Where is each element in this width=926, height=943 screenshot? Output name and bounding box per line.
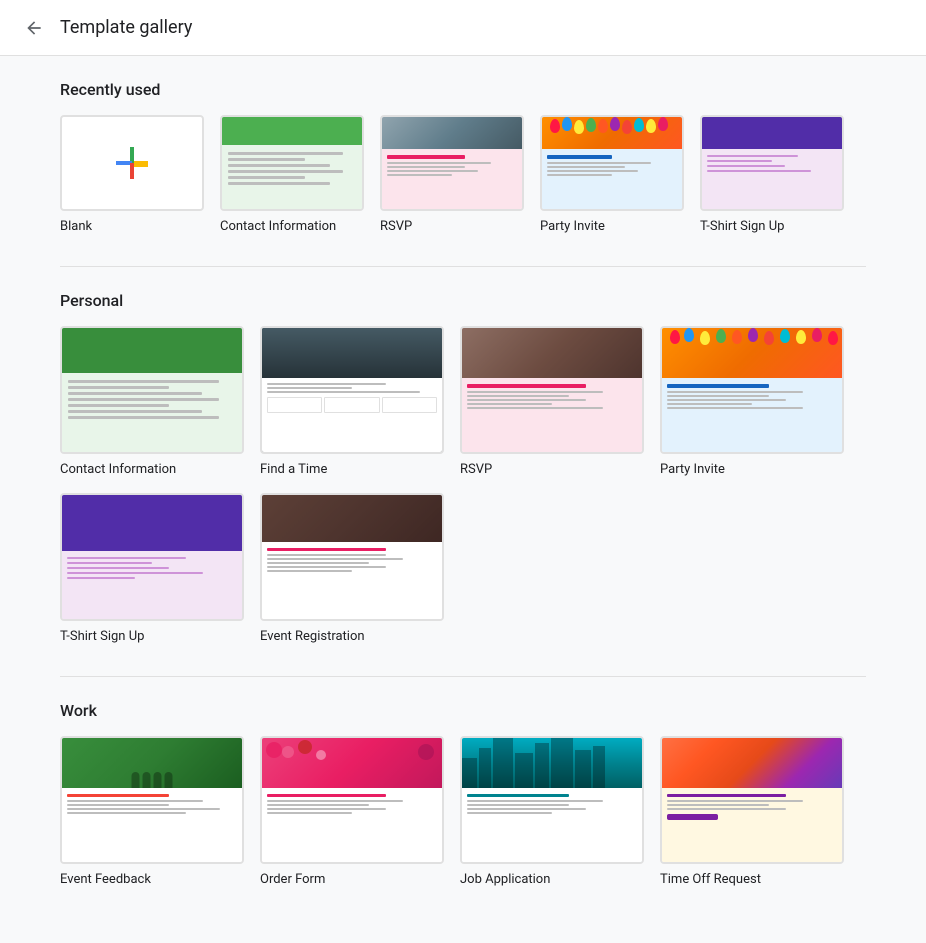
template-time-off-work[interactable]: Time Off Request [660,736,844,887]
work-section: Work [60,701,866,887]
template-contact-personal[interactable]: Contact Information [60,326,244,477]
template-label-rsvp-recent: RSVP [380,219,412,234]
personal-grid: Contact Information [60,326,866,644]
work-title: Work [60,701,866,720]
template-party-recent[interactable]: Party Invite [540,115,684,234]
template-label-party-recent: Party Invite [540,219,605,234]
template-label-party-personal: Party Invite [660,462,725,477]
template-label-job-app-work: Job Application [460,872,550,887]
template-label-contact-personal: Contact Information [60,462,176,477]
recently-used-grid: Blank [60,115,866,234]
template-label-contact-recent: Contact Information [220,219,336,234]
recently-used-section: Recently used Bl [60,80,866,234]
template-rsvp-personal[interactable]: RSVP [460,326,644,477]
template-label-findtime-personal: Find a Time [260,462,327,477]
recently-used-title: Recently used [60,80,866,99]
template-label-event-feedback-work: Event Feedback [60,872,151,887]
template-order-form-work[interactable]: Order Form [260,736,444,887]
work-grid: Event Feedback [60,736,866,887]
template-contact-recent[interactable]: Contact Information [220,115,364,234]
template-label-time-off-work: Time Off Request [660,872,761,887]
template-event-reg-personal[interactable]: Event Registration [260,493,444,644]
template-job-app-work[interactable]: Job Application [460,736,644,887]
template-rsvp-recent[interactable]: RSVP [380,115,524,234]
back-button[interactable] [24,18,44,38]
personal-title: Personal [60,291,866,310]
personal-section: Personal [60,291,866,644]
page-title: Template gallery [60,17,192,38]
template-party-personal[interactable]: Party Invite [660,326,844,477]
template-tshirt-personal[interactable]: T-Shirt Sign Up [60,493,244,644]
template-label-tshirt-personal: T-Shirt Sign Up [60,629,144,644]
template-label-tshirt-recent: T-Shirt Sign Up [700,219,784,234]
template-label-event-reg-personal: Event Registration [260,629,365,644]
template-event-feedback-work[interactable]: Event Feedback [60,736,244,887]
plus-icon [108,139,156,187]
template-label-blank-recent: Blank [60,219,92,234]
template-label-order-form-work: Order Form [260,872,325,887]
template-tshirt-recent[interactable]: T-Shirt Sign Up [700,115,844,234]
template-blank-recent[interactable]: Blank [60,115,204,234]
header: Template gallery [0,0,926,56]
template-findtime-personal[interactable]: Find a Time [260,326,444,477]
template-label-rsvp-personal: RSVP [460,462,492,477]
